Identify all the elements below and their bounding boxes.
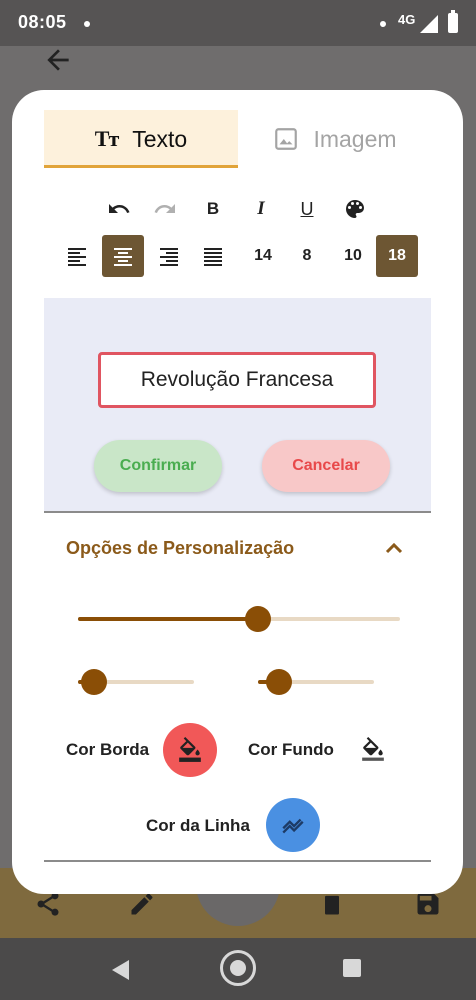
slider-thumb[interactable] — [265, 669, 292, 695]
delete-icon[interactable] — [318, 890, 346, 918]
align-center-icon — [114, 248, 132, 266]
line-color-label: Cor da Linha — [146, 816, 250, 835]
align-right-icon — [160, 248, 178, 266]
nav-recents-icon[interactable] — [343, 959, 361, 977]
tab-label: Imagem — [313, 125, 397, 152]
align-justify-icon — [204, 248, 222, 266]
divider — [44, 511, 431, 513]
divider — [44, 860, 431, 862]
align-right-button[interactable] — [148, 235, 190, 277]
status-bar: 08:05 4G — [0, 0, 476, 46]
tab-label: Texto — [132, 125, 188, 152]
text-input[interactable]: Revolução Francesa — [98, 352, 376, 408]
slider-fill — [78, 617, 259, 621]
alignment-toolbar: 14 8 10 18 — [12, 235, 463, 279]
customization-title[interactable]: Opções de Personalização — [66, 538, 294, 559]
pencil-icon[interactable] — [128, 890, 156, 918]
fill-bucket-icon — [362, 737, 384, 761]
tab-texto[interactable]: Tт Texto — [44, 110, 238, 168]
align-justify-button[interactable] — [192, 235, 234, 277]
tab-indicator — [44, 165, 238, 168]
palette-button[interactable] — [334, 188, 376, 230]
status-dot — [380, 21, 386, 27]
font-size-14-button[interactable]: 14 — [242, 235, 284, 277]
fill-bucket-icon — [179, 737, 201, 762]
nav-back-icon[interactable] — [112, 960, 129, 980]
text-edit-dialog: Tт Texto Imagem B I U 14 8 10 18 Revoluç… — [12, 90, 463, 894]
cancel-button[interactable]: Cancelar — [262, 440, 390, 492]
battery-icon — [448, 10, 458, 33]
slider-thumb[interactable] — [81, 669, 108, 695]
size-slider[interactable] — [78, 606, 400, 632]
tab-imagem[interactable]: Imagem — [238, 110, 432, 168]
underline-button[interactable]: U — [286, 188, 328, 230]
system-nav-bar — [0, 938, 476, 1000]
notification-dot — [84, 21, 90, 27]
align-left-icon — [68, 248, 86, 266]
undo-button[interactable] — [98, 188, 140, 230]
text-edit-area: Revolução Francesa Confirmar Cancelar — [44, 298, 431, 512]
italic-button[interactable]: I — [240, 188, 282, 230]
share-icon[interactable] — [34, 890, 62, 918]
signal-icon — [420, 15, 438, 33]
confirm-button[interactable]: Confirmar — [94, 440, 222, 492]
font-size-18-button[interactable]: 18 — [376, 235, 418, 277]
format-toolbar: B I U — [12, 188, 463, 232]
nav-home-icon[interactable] — [220, 950, 256, 986]
save-icon[interactable] — [414, 890, 442, 918]
redo-button[interactable] — [144, 188, 186, 230]
network-type: 4G — [398, 12, 416, 27]
line-style-icon — [282, 818, 304, 834]
background-color-button[interactable] — [346, 723, 400, 777]
font-size-8-button[interactable]: 8 — [286, 235, 328, 277]
undo-icon — [109, 204, 130, 213]
background-color-label: Cor Fundo — [248, 740, 334, 759]
status-time: 08:05 — [18, 12, 67, 32]
border-color-label: Cor Borda — [66, 740, 150, 759]
chevron-up-icon[interactable] — [384, 540, 404, 556]
border-color-button[interactable] — [163, 723, 217, 777]
align-left-button[interactable] — [56, 235, 98, 277]
border-width-slider[interactable] — [78, 669, 194, 695]
redo-icon — [154, 204, 175, 213]
palette-icon — [346, 200, 364, 218]
text-format-icon: Tт — [94, 126, 120, 151]
slider-thumb[interactable] — [245, 606, 272, 632]
image-icon — [275, 128, 298, 150]
font-size-10-button[interactable]: 10 — [332, 235, 374, 277]
bold-button[interactable]: B — [192, 188, 234, 230]
back-arrow-icon[interactable] — [42, 44, 74, 76]
align-center-button[interactable] — [102, 235, 144, 277]
line-color-button[interactable] — [266, 798, 320, 852]
line-width-slider[interactable] — [258, 669, 374, 695]
